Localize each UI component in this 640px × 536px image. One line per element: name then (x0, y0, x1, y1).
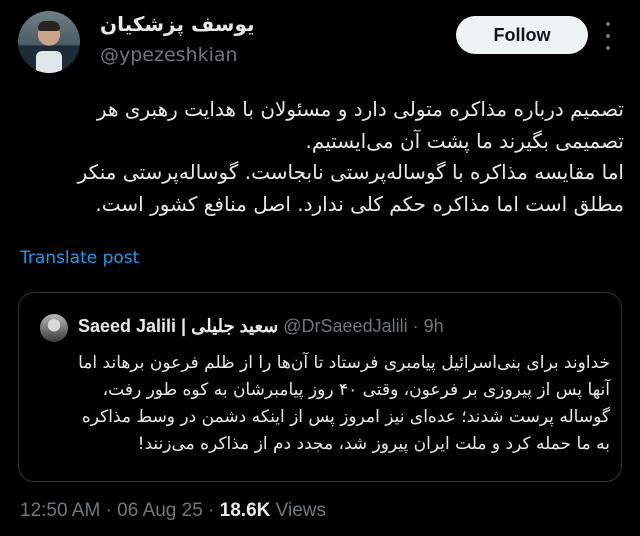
meta-separator: · (208, 500, 215, 521)
more-options-icon[interactable] (602, 22, 614, 50)
quoted-post-text: خداوند برای بنی‌اسرائیل پیامبری فرستاد ت… (78, 353, 610, 454)
more-dot (606, 46, 610, 50)
author-handle[interactable]: @ypezeshkian (100, 44, 238, 66)
quoted-author-handle: @DrSaeedJalili (283, 316, 408, 336)
quoted-post-header: Saeed Jalili | سعید جلیلی @DrSaeedJalili… (78, 316, 444, 337)
meta-separator: · (105, 500, 112, 521)
author-name[interactable]: یوسف پزشکیان (100, 12, 255, 36)
post-text: تصمیم درباره مذاکره متولی دارد و مسئولان… (77, 97, 624, 216)
translate-post-link[interactable]: Translate post (20, 248, 139, 268)
avatar-hair (38, 21, 60, 31)
author-avatar[interactable] (18, 11, 80, 73)
quoted-author-avatar (40, 314, 68, 342)
more-dot (606, 34, 610, 38)
quoted-separator: · (412, 316, 419, 336)
follow-button[interactable]: Follow (456, 16, 588, 54)
post-meta: 12:50 AM · 06 Aug 25 · 18.6K Views (20, 500, 326, 522)
post-date[interactable]: 06 Aug 25 (117, 500, 203, 521)
quoted-timestamp: 9h (423, 316, 444, 336)
views-label: Views (275, 500, 326, 521)
quoted-author-name: Saeed Jalili | سعید جلیلی (78, 316, 279, 336)
more-dot (606, 22, 610, 26)
avatar-shirt (36, 51, 62, 73)
views-count: 18.6K (219, 500, 271, 521)
post-time[interactable]: 12:50 AM (20, 500, 100, 521)
